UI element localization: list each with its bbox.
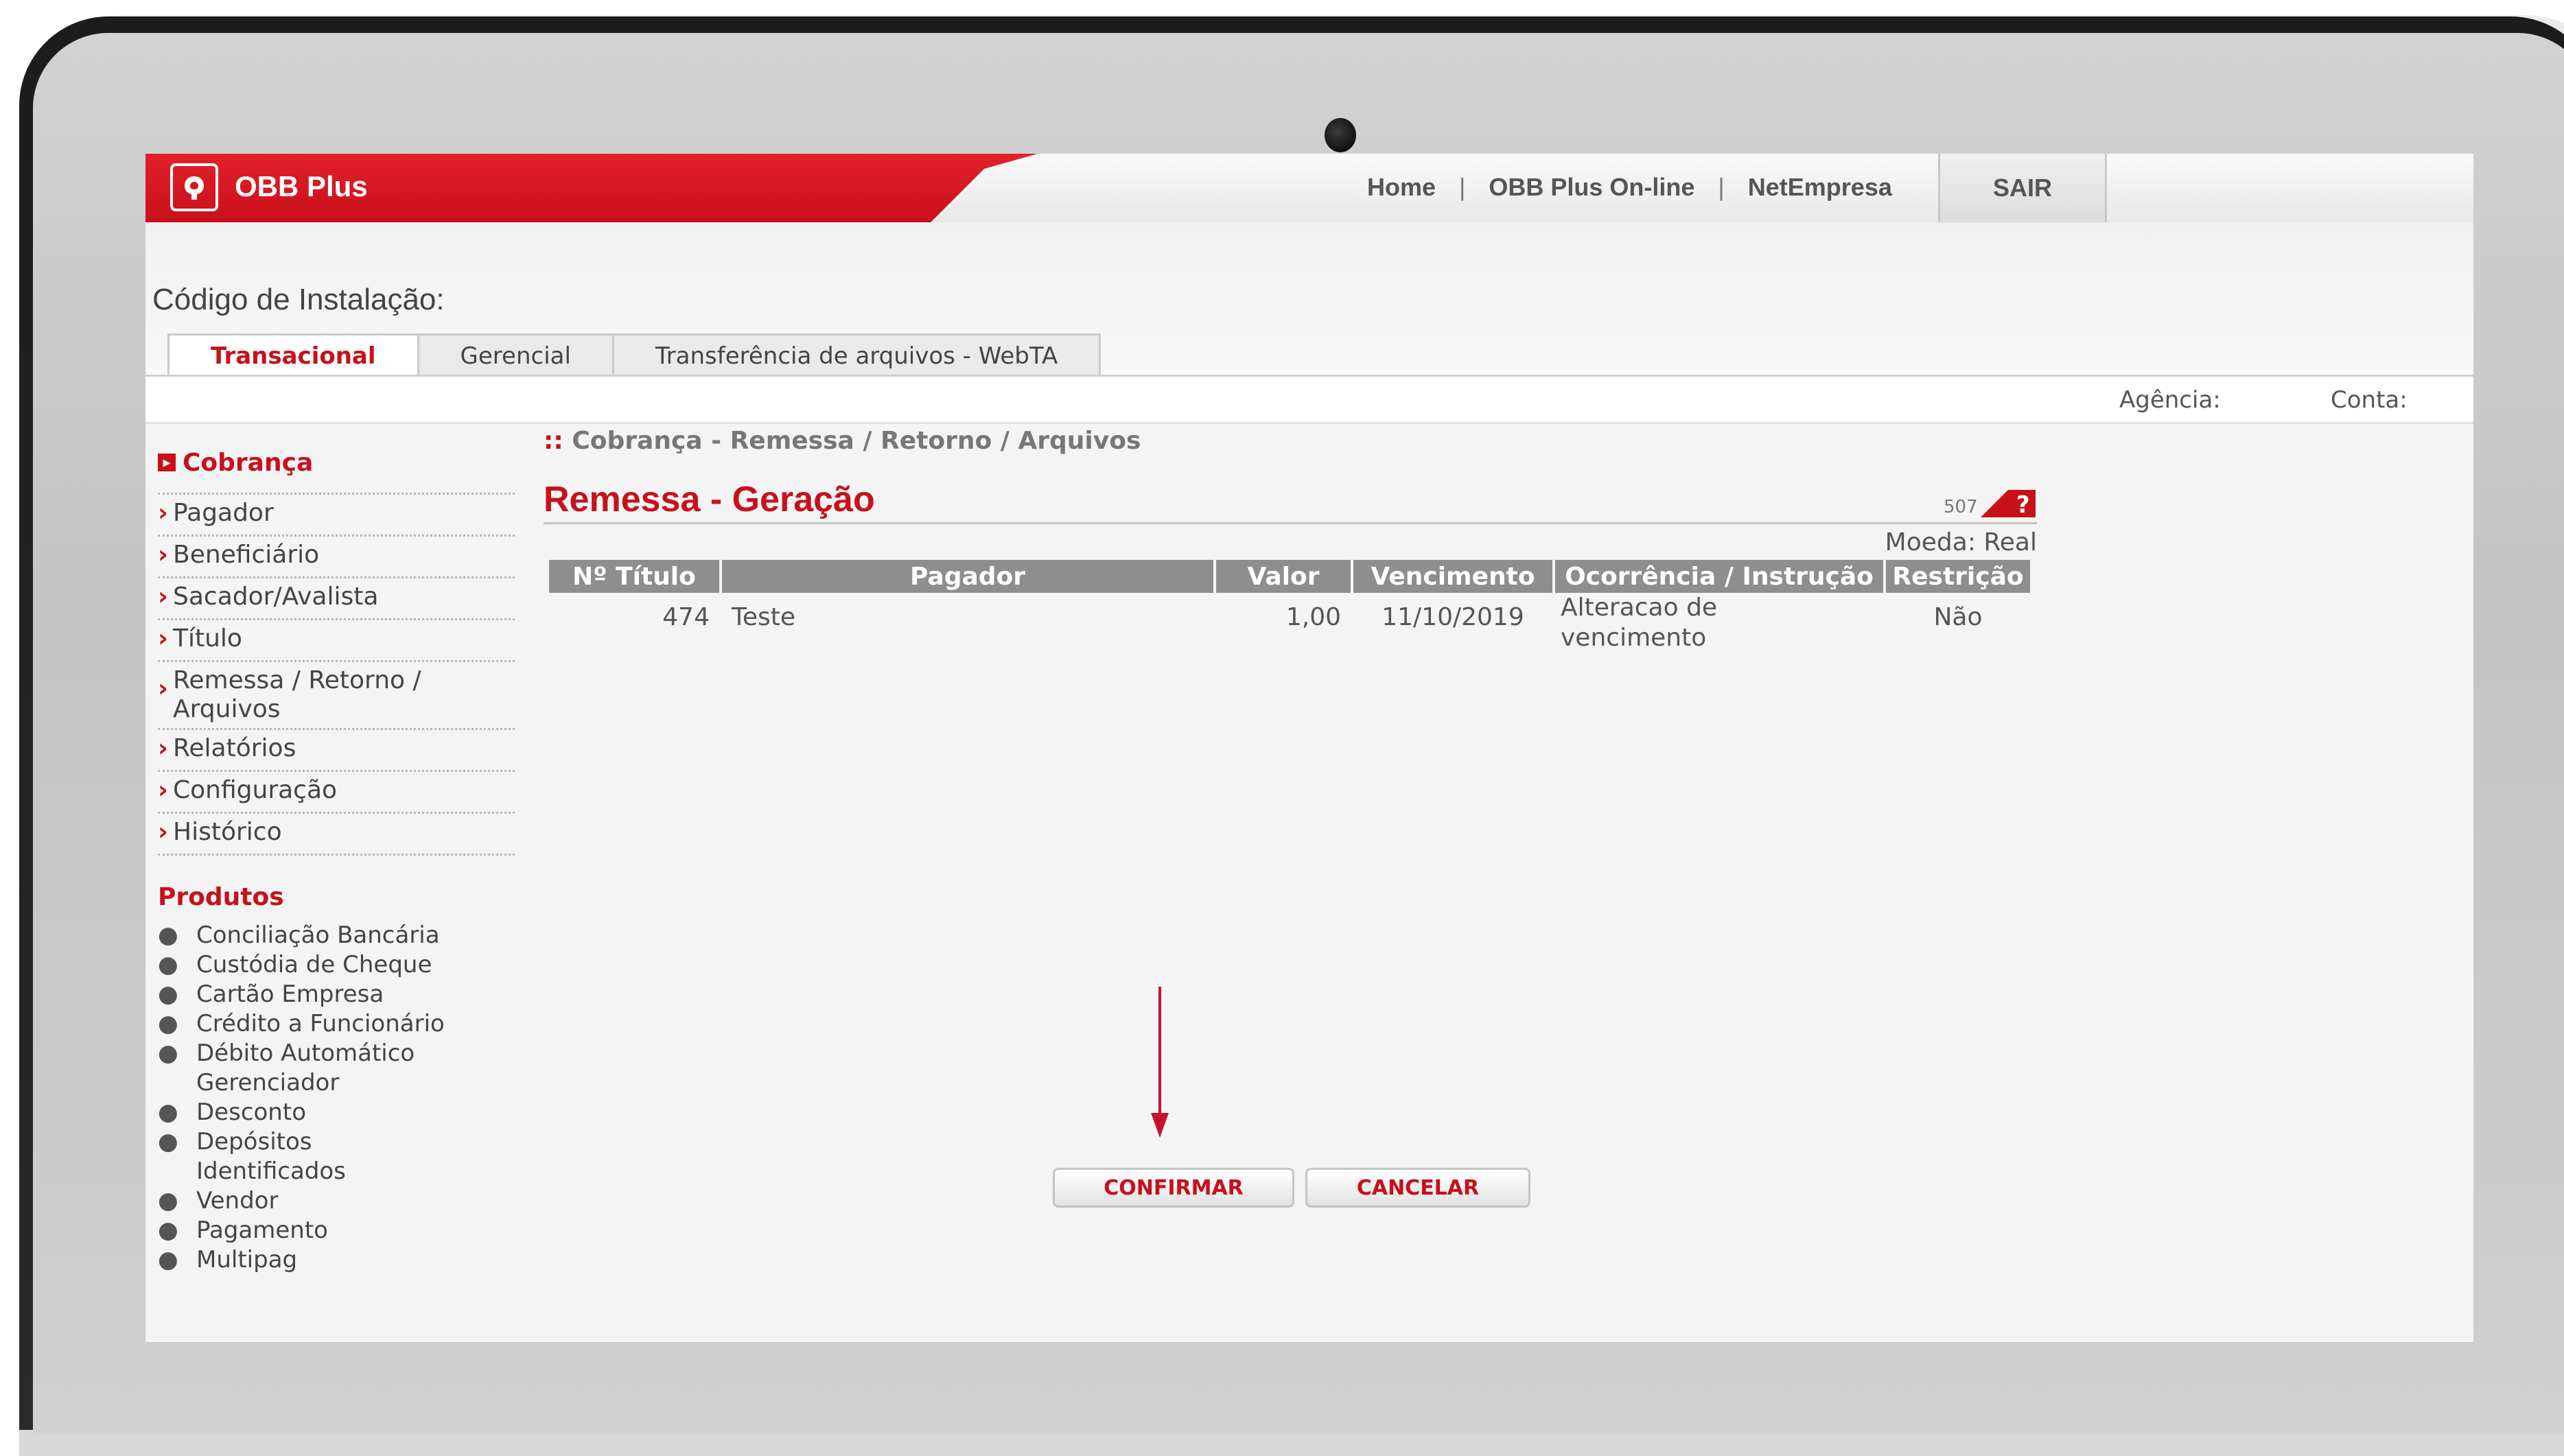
product-item[interactable]: ● Crédito a Funcionário xyxy=(158,1009,515,1039)
top-header: OBB Plus Home | OBB Plus On-line | NetEm… xyxy=(145,154,2473,224)
nav-online-link[interactable]: OBB Plus On-line xyxy=(1489,173,1694,202)
sidebar-section-label: Cobrança xyxy=(183,448,314,477)
product-item[interactable]: ● Pagamento xyxy=(158,1216,515,1245)
chevron-right-icon: › xyxy=(158,776,168,804)
breadcrumb-text: Cobrança - Remessa / Retorno / Arquivos xyxy=(572,427,1141,455)
col-header-restricao[interactable]: Restrição xyxy=(1886,560,2030,593)
main-tabs: Transacional Gerencial Transferência de … xyxy=(167,333,1102,377)
sidebar-item-remessa[interactable]: › Remessa / Retorno / Arquivos xyxy=(158,660,515,728)
col-header-pagador[interactable]: Pagador xyxy=(722,560,1213,593)
nav-separator: | xyxy=(1718,173,1725,201)
nav-home-link[interactable]: Home xyxy=(1367,173,1436,202)
products-title: Produtos xyxy=(158,883,284,911)
product-item[interactable]: ● Débito Automático Gerenciador xyxy=(158,1039,515,1098)
top-nav: Home | OBB Plus On-line | NetEmpresa xyxy=(1367,173,1892,202)
account-info-bar: Agência: Conta: xyxy=(145,375,2473,424)
breadcrumb: :: Cobrança - Remessa / Retorno / Arquiv… xyxy=(544,427,1141,455)
obb-logo-icon[interactable] xyxy=(170,163,218,211)
breadcrumb-marker-icon: :: xyxy=(544,427,563,455)
table-row[interactable]: 474 Teste 1,00 11/10/2019 Alteracao de v… xyxy=(549,593,2030,654)
sidebar-item-label: Histórico xyxy=(173,818,282,846)
arrow-down-icon xyxy=(1151,1113,1169,1138)
col-header-vencimento[interactable]: Vencimento xyxy=(1353,560,1552,593)
product-item[interactable]: ● Vendor xyxy=(158,1186,515,1216)
chevron-right-icon: › xyxy=(158,583,168,611)
help-icon[interactable]: ? xyxy=(1980,490,2036,517)
sidebar-item-historico[interactable]: › Histórico xyxy=(158,812,515,856)
cell-ocorrencia: Alteracao de vencimento xyxy=(1561,594,1718,652)
chevron-right-icon: › xyxy=(158,541,168,569)
chevron-right-icon: › xyxy=(158,624,168,653)
product-item[interactable]: ● Desconto xyxy=(158,1098,515,1127)
product-item[interactable]: ● Cartão Empresa xyxy=(158,980,515,1009)
page-code: 507 xyxy=(1944,497,1978,517)
svg-text:?: ? xyxy=(2016,491,2030,517)
cell-valor: 1,00 xyxy=(1285,603,1341,631)
sidebar-item-relatorios[interactable]: › Relatórios xyxy=(158,728,515,770)
col-header-valor[interactable]: Valor xyxy=(1216,560,1351,593)
logout-button[interactable]: SAIR xyxy=(1938,154,2107,222)
sidebar-item-label: Título xyxy=(173,624,242,653)
cancel-button[interactable]: CANCELAR xyxy=(1305,1168,1530,1208)
nav-netempresa-link[interactable]: NetEmpresa xyxy=(1748,173,1892,202)
pointer-arrow-line xyxy=(1158,987,1161,1125)
sidebar-item-pagador[interactable]: › Pagador xyxy=(158,493,515,535)
product-item[interactable]: ● Depósitos Identificados xyxy=(158,1127,515,1186)
col-header-numero[interactable]: Nº Título xyxy=(549,560,719,593)
sidebar: ▸ Cobrança › Pagador › Beneficiário › Sa… xyxy=(158,442,515,1275)
sidebar-item-sacador[interactable]: › Sacador/Avalista xyxy=(158,576,515,618)
cell-pagador: Teste xyxy=(732,603,796,631)
install-code-label: Código de Instalação: xyxy=(152,283,445,316)
chevron-right-icon: › xyxy=(158,674,168,703)
sidebar-item-label: Relatórios xyxy=(173,734,296,762)
product-item[interactable]: ● Multipag xyxy=(158,1245,515,1275)
cell-restricao: Não xyxy=(1933,603,1983,631)
tab-transacional[interactable]: Transacional xyxy=(167,333,419,377)
title-divider xyxy=(544,522,2037,524)
brand-name[interactable]: OBB Plus xyxy=(235,170,368,203)
sidebar-item-label: Sacador/Avalista xyxy=(173,583,379,611)
chevron-right-icon: › xyxy=(158,818,168,846)
sidebar-item-label: Remessa / Retorno / Arquivos xyxy=(173,666,421,723)
sidebar-section-cobranca[interactable]: ▸ Cobrança xyxy=(158,442,515,483)
col-header-ocorrencia[interactable]: Ocorrência / Instrução xyxy=(1555,560,1883,593)
bullet-square-icon: ▸ xyxy=(158,454,176,471)
page-code-badge[interactable]: 507 ? xyxy=(1944,490,2036,517)
cell-vencimento: 11/10/2019 xyxy=(1382,603,1524,631)
webcam xyxy=(1325,118,1356,152)
conta-label: Conta: xyxy=(2331,386,2408,414)
tab-gerencial[interactable]: Gerencial xyxy=(417,333,614,377)
confirm-button[interactable]: CONFIRMAR xyxy=(1053,1168,1294,1208)
products-list: ● Conciliação Bancária ● Custódia de Chequ… xyxy=(158,921,515,1275)
sidebar-item-configuracao[interactable]: › Configuração xyxy=(158,770,515,812)
sidebar-item-label: Pagador xyxy=(173,499,274,527)
agencia-label: Agência: xyxy=(2119,386,2221,414)
product-item[interactable]: ● Conciliação Bancária xyxy=(158,921,515,950)
nav-separator: | xyxy=(1459,173,1466,201)
currency-label: Moeda: Real xyxy=(1885,528,2037,556)
chevron-right-icon: › xyxy=(158,734,168,762)
product-item[interactable]: ● Custódia de Cheque xyxy=(158,950,515,980)
table-header-row: Nº Título Pagador Valor Vencimento Ocorr… xyxy=(549,560,2030,593)
cell-numero: 474 xyxy=(662,603,710,631)
sidebar-item-titulo[interactable]: › Título xyxy=(158,618,515,660)
sidebar-item-beneficiario[interactable]: › Beneficiário xyxy=(158,535,515,576)
sidebar-item-label: Beneficiário xyxy=(173,541,320,569)
tab-webta[interactable]: Transferência de arquivos - WebTA xyxy=(611,333,1102,377)
sidebar-item-label: Configuração xyxy=(173,776,338,804)
chevron-right-icon: › xyxy=(158,499,168,527)
screen: OBB Plus Home | OBB Plus On-line | NetEm… xyxy=(145,154,2473,1342)
page-title: Remessa - Geração xyxy=(544,480,875,519)
remessa-table: Nº Título Pagador Valor Vencimento Ocorr… xyxy=(546,560,2033,654)
